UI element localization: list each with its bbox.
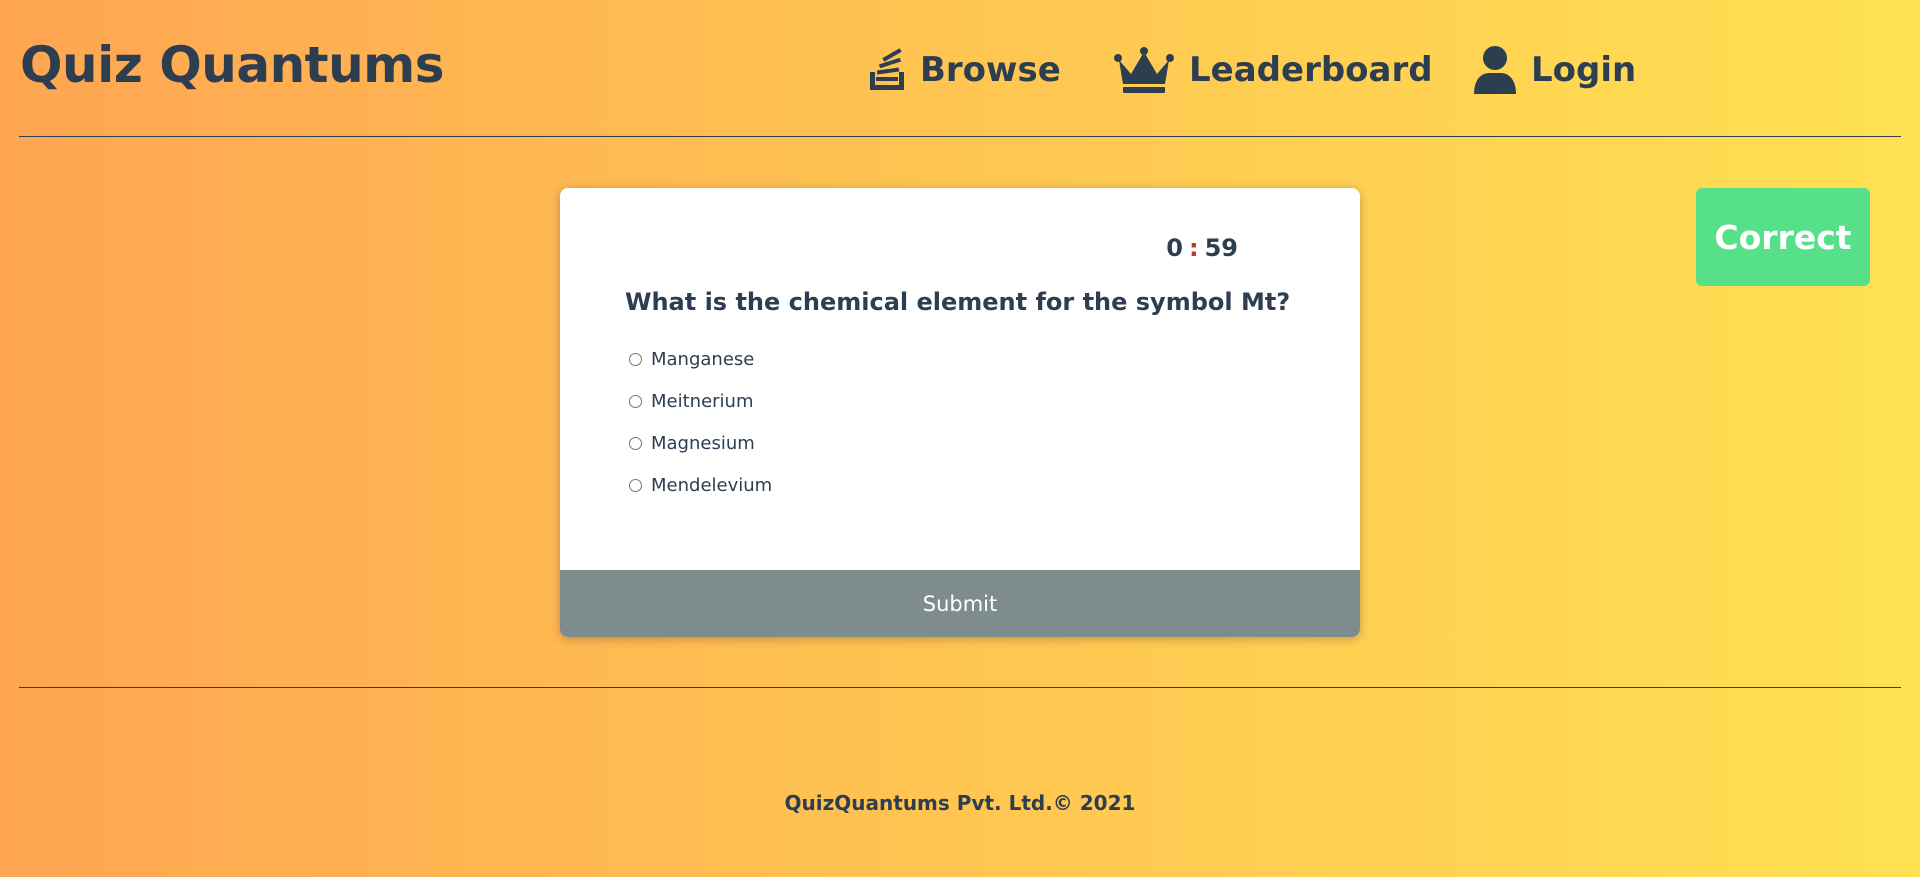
header-divider	[19, 136, 1901, 137]
nav-leaderboard[interactable]: Leaderboard	[1113, 40, 1433, 100]
submit-button[interactable]: Submit	[560, 570, 1360, 637]
answer-label: Meitnerium	[651, 390, 754, 412]
radio-button[interactable]	[629, 478, 642, 492]
question-text: What is the chemical element for the sym…	[625, 288, 1291, 316]
nav-login[interactable]: Login	[1473, 40, 1636, 100]
timer-seconds: 59	[1204, 234, 1238, 262]
countdown-timer: 0:59	[1166, 234, 1238, 262]
answer-label: Magnesium	[651, 432, 755, 454]
radio-button[interactable]	[629, 352, 642, 366]
timer-separator: :	[1188, 234, 1199, 262]
nav-login-label: Login	[1531, 50, 1637, 90]
result-badge: Correct	[1696, 188, 1870, 286]
answer-option[interactable]: Mendelevium	[629, 464, 772, 506]
answer-option[interactable]: Manganese	[629, 338, 772, 380]
user-icon	[1473, 46, 1517, 94]
crown-icon	[1113, 46, 1175, 94]
answer-option[interactable]: Magnesium	[629, 422, 772, 464]
answer-label: Mendelevium	[651, 474, 773, 496]
radio-button[interactable]	[629, 436, 642, 450]
footer-copyright: QuizQuantums Pvt. Ltd.© 2021	[784, 791, 1136, 815]
footer-divider	[19, 687, 1901, 688]
quiz-card: 0:59 What is the chemical element for th…	[560, 188, 1360, 637]
answer-option[interactable]: Meitnerium	[629, 380, 772, 422]
nav-leaderboard-label: Leaderboard	[1189, 50, 1433, 90]
radio-button[interactable]	[629, 394, 642, 408]
site-brand[interactable]: Quiz Quantums	[20, 36, 445, 94]
answer-label: Manganese	[651, 348, 755, 370]
stack-icon	[868, 48, 906, 92]
nav-browse-label: Browse	[920, 50, 1061, 90]
answer-options: Manganese Meitnerium Magnesium Mendelevi…	[629, 338, 772, 506]
timer-minutes: 0	[1166, 234, 1183, 262]
nav-browse[interactable]: Browse	[868, 40, 1061, 100]
